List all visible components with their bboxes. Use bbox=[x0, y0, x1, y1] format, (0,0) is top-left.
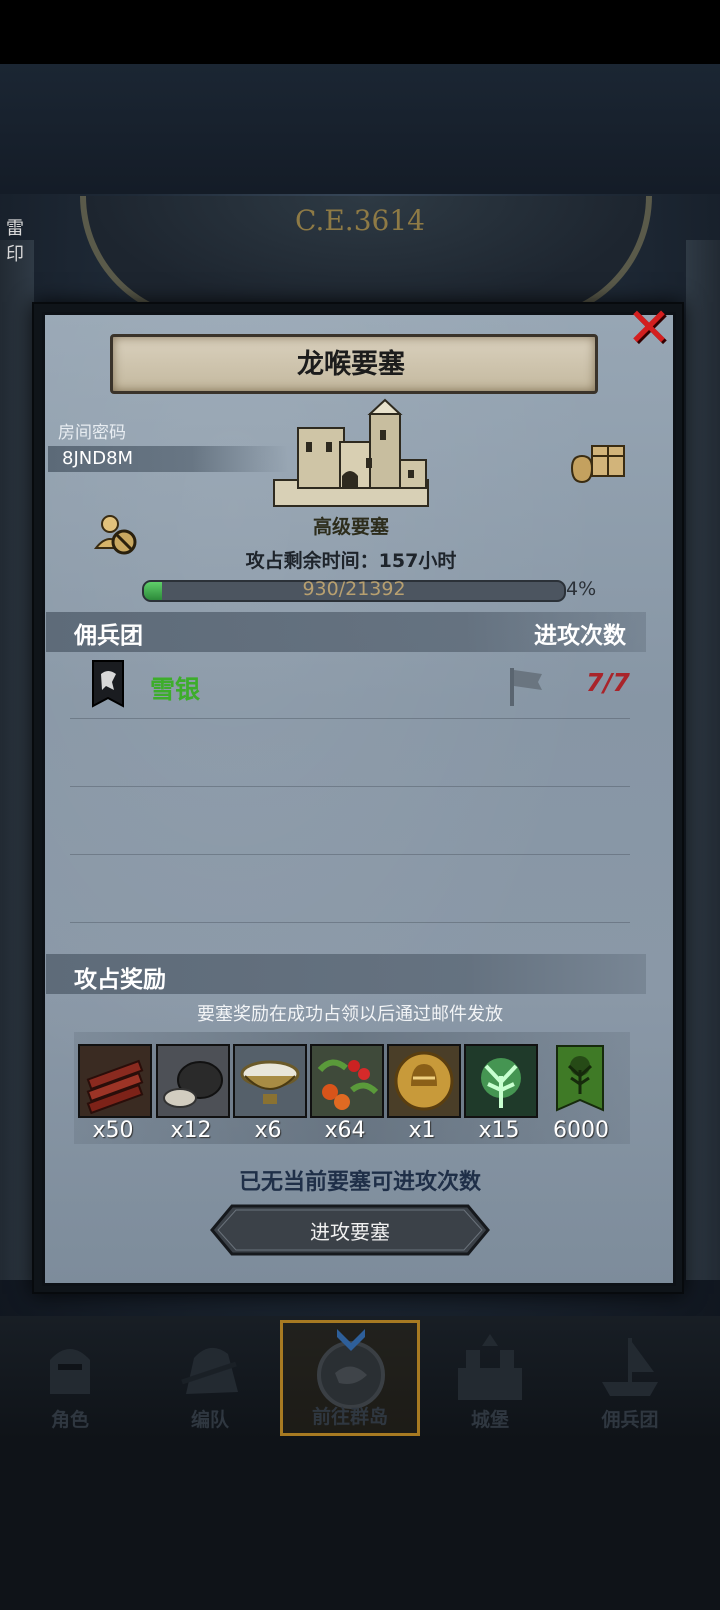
formation-knight-icon bbox=[181, 1347, 238, 1394]
attack-count-header: 进攻次数 bbox=[534, 623, 626, 649]
background-left-panel: 雷印 bbox=[0, 218, 34, 1280]
capture-progress-text: 930/21392 bbox=[302, 578, 406, 600]
era-label: C.E.3614 bbox=[295, 204, 425, 237]
nav-label: 前往群岛 bbox=[311, 1406, 388, 1428]
dialog-title: 龙喉要塞 bbox=[297, 349, 405, 380]
guild-name[interactable]: 雪银 bbox=[150, 670, 200, 706]
nav-label: 佣兵团 bbox=[601, 1409, 659, 1431]
nav-archipelago[interactable]: 前往群岛 bbox=[280, 1320, 420, 1436]
reward-note: 要塞奖励在成功占领以后通过邮件发放 bbox=[197, 1004, 503, 1025]
reward-qty: x50 bbox=[92, 1118, 134, 1143]
nav-formation[interactable]: 编队 bbox=[140, 1320, 280, 1436]
archipelago-compass-icon bbox=[317, 1329, 385, 1409]
row-divider bbox=[70, 854, 630, 855]
nav-label: 编队 bbox=[190, 1409, 229, 1431]
nav-castle[interactable]: 城堡 bbox=[420, 1320, 560, 1436]
nav-label: 城堡 bbox=[470, 1409, 509, 1431]
bottom-fill bbox=[0, 1440, 720, 1610]
status-bar bbox=[0, 0, 720, 64]
guild-tree-banner-icon[interactable] bbox=[555, 1044, 605, 1114]
nav-mercenary[interactable]: 佣兵团 bbox=[560, 1320, 700, 1436]
attack-count-value: 7/7 bbox=[586, 668, 630, 697]
reward-qty: x64 bbox=[324, 1118, 366, 1143]
berries-icon[interactable] bbox=[310, 1044, 384, 1118]
row-divider bbox=[70, 922, 630, 923]
flag-icon bbox=[508, 664, 544, 708]
green-tree-spirit-icon[interactable] bbox=[464, 1044, 538, 1118]
castle-icon bbox=[458, 1334, 522, 1400]
ore-rock-icon[interactable] bbox=[156, 1044, 230, 1118]
wood-planks-icon[interactable] bbox=[78, 1044, 152, 1118]
background-right-panel bbox=[686, 240, 720, 1280]
reward-qty: x12 bbox=[170, 1118, 212, 1143]
row-divider bbox=[70, 718, 630, 719]
fortress-castle-icon bbox=[270, 398, 432, 510]
close-button[interactable]: ✕ bbox=[622, 300, 676, 356]
reward-qty: x1 bbox=[408, 1118, 436, 1143]
top-band bbox=[0, 64, 720, 194]
reward-qty: 6000 bbox=[553, 1118, 609, 1143]
remaining-time: 攻占剩余时间：157小时 bbox=[245, 550, 457, 572]
reward-qty: x6 bbox=[254, 1118, 282, 1143]
supply-bag-icon[interactable] bbox=[568, 438, 628, 486]
reward-header: 攻占奖励 bbox=[74, 967, 166, 993]
gold-helmet-coin-icon[interactable] bbox=[387, 1044, 461, 1118]
mercenary-header: 佣兵团 bbox=[74, 623, 143, 649]
attack-fortress-button-label: 进攻要塞 bbox=[310, 1220, 390, 1244]
room-code-value: 8JND8M bbox=[62, 448, 134, 469]
close-x-icon: ✕ bbox=[626, 296, 672, 359]
guild-emblem-icon bbox=[92, 660, 124, 708]
player-forbidden-icon[interactable] bbox=[92, 510, 140, 558]
nav-label: 角色 bbox=[50, 1409, 89, 1431]
reward-qty: x15 bbox=[478, 1118, 520, 1143]
fortress-type: 高级要塞 bbox=[312, 516, 389, 538]
salt-bowl-icon[interactable] bbox=[233, 1044, 307, 1118]
background-side-text: 雷印 bbox=[6, 218, 24, 265]
capture-progress-percent: 4% bbox=[566, 578, 597, 600]
no-attack-notice: 已无当前要塞可进攻次数 bbox=[238, 1170, 481, 1195]
nav-character[interactable]: 角色 bbox=[0, 1320, 140, 1436]
room-code-label: 房间密码 bbox=[58, 423, 126, 443]
mercenary-ship-icon bbox=[602, 1338, 658, 1396]
character-helmet-icon bbox=[50, 1349, 90, 1394]
row-divider bbox=[70, 786, 630, 787]
